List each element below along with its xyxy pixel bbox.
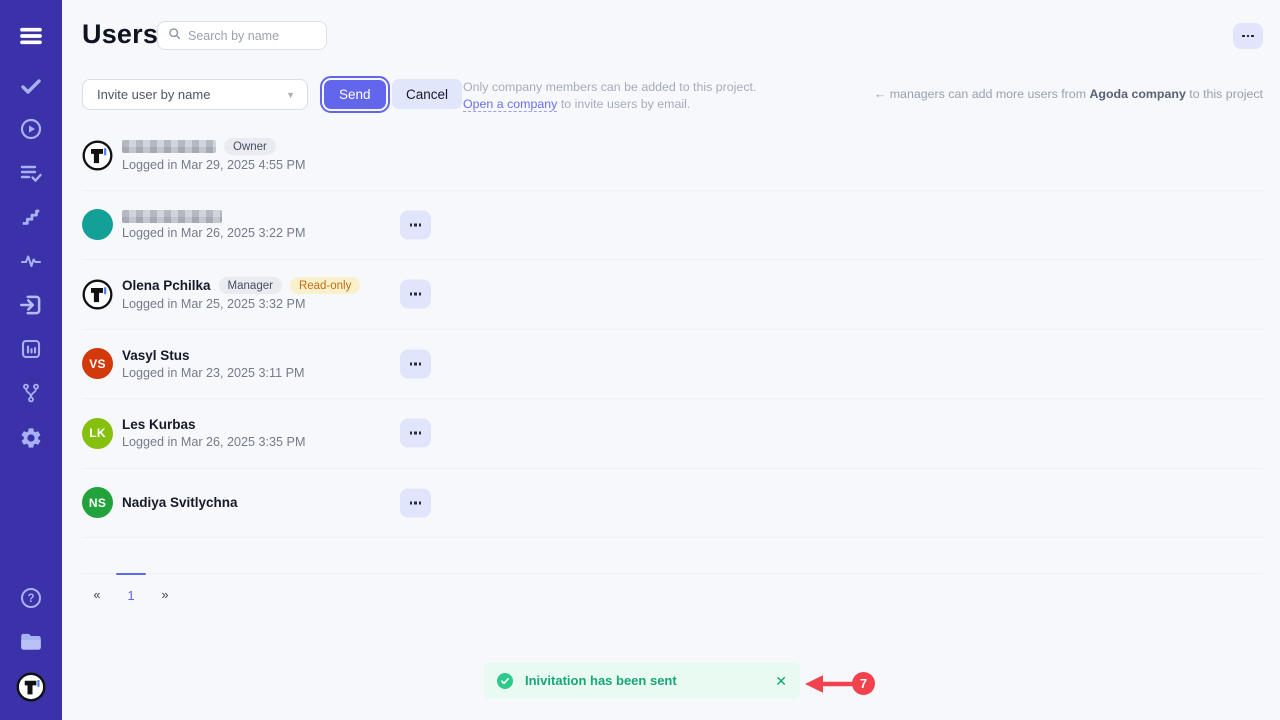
- app-logo: [16, 672, 46, 702]
- sidebar-item-suites[interactable]: [0, 155, 62, 191]
- sidebar-item-tasks[interactable]: [0, 68, 62, 104]
- stairs-steps-icon: [20, 206, 42, 228]
- invite-note-line1: Only company members can be added to thi…: [463, 80, 756, 94]
- row-menu-button[interactable]: [400, 349, 431, 378]
- redacted-name: [122, 210, 222, 223]
- pagination: « 1 »: [82, 573, 1263, 605]
- help-question-icon: ?: [19, 586, 43, 610]
- table-row: LK Les Kurbas Logged in Mar 26, 2025 3:3…: [82, 399, 1263, 469]
- last-login: Logged in Mar 25, 2025 3:32 PM: [122, 297, 360, 311]
- pagination-page-1[interactable]: 1: [116, 585, 146, 605]
- sidebar-item-menu[interactable]: [0, 18, 62, 54]
- open-company-link[interactable]: Open a company: [463, 97, 557, 112]
- table-row: NS Nadiya Svitlychna: [82, 469, 1263, 539]
- folder-icon: [18, 629, 44, 655]
- header-more-button[interactable]: [1233, 23, 1263, 49]
- access-badge: Read-only: [290, 277, 360, 294]
- ellipsis-icon: [410, 362, 422, 365]
- manager-note-prefix: ← managers can add more users from: [874, 87, 1090, 101]
- list-check-icon: [19, 161, 43, 185]
- user-name: Les Kurbas: [122, 417, 196, 432]
- ellipsis-icon: [410, 432, 422, 435]
- row-menu-button[interactable]: [400, 210, 431, 239]
- send-button[interactable]: Send: [324, 80, 386, 109]
- checkmark-icon: [19, 74, 43, 98]
- hamburger-menu-icon: [18, 23, 44, 49]
- last-login: Logged in Mar 29, 2025 4:55 PM: [122, 158, 305, 172]
- manager-note-company: Agoda company: [1089, 87, 1185, 101]
- pagination-next[interactable]: »: [150, 585, 180, 605]
- bar-chart-icon: [19, 337, 43, 361]
- invite-note: Only company members can be added to thi…: [463, 79, 756, 112]
- ellipsis-icon: [410, 223, 422, 226]
- sign-in-icon: [18, 292, 44, 318]
- sidebar: ?: [0, 0, 62, 720]
- search-box[interactable]: [157, 21, 327, 50]
- sidebar-item-runs[interactable]: [0, 111, 62, 147]
- table-row: Olena Pchilka Manager Read-only Logged i…: [82, 260, 1263, 330]
- search-input[interactable]: [188, 29, 316, 43]
- invite-user-select[interactable]: Invite user by name ▼: [82, 79, 308, 110]
- gear-settings-icon: [19, 426, 43, 450]
- user-name: Nadiya Svitlychna: [122, 495, 238, 510]
- sidebar-item-branches[interactable]: [0, 375, 62, 411]
- avatar: NS: [82, 487, 113, 518]
- sidebar-item-settings[interactable]: [0, 420, 62, 456]
- ellipsis-icon: [410, 501, 422, 504]
- chevron-down-icon: ▼: [286, 90, 295, 100]
- avatar: [82, 140, 113, 171]
- sidebar-item-steps[interactable]: [0, 199, 62, 235]
- toast-close-icon[interactable]: ✕: [775, 674, 787, 688]
- table-row: VS Vasyl Stus Logged in Mar 23, 2025 3:1…: [82, 330, 1263, 400]
- row-menu-button[interactable]: [400, 488, 431, 517]
- avatar: [82, 209, 113, 240]
- user-list: Owner Logged in Mar 29, 2025 4:55 PM Log…: [82, 121, 1263, 538]
- sidebar-item-logo[interactable]: [0, 669, 62, 705]
- sidebar-item-activity[interactable]: [0, 243, 62, 279]
- user-name: Olena Pchilka: [122, 278, 211, 293]
- role-badge: Owner: [224, 138, 276, 155]
- invite-note-line2-rest: to invite users by email.: [557, 97, 690, 111]
- svg-text:?: ?: [27, 593, 34, 605]
- pagination-prev[interactable]: «: [82, 585, 112, 605]
- branch-fork-icon: [20, 382, 42, 404]
- row-menu-button[interactable]: [400, 280, 431, 309]
- last-login: Logged in Mar 26, 2025 3:35 PM: [122, 435, 305, 449]
- avatar: VS: [82, 348, 113, 379]
- sidebar-item-projects[interactable]: [0, 624, 62, 660]
- search-icon: [168, 27, 181, 45]
- toast-message: Inivitation has been sent: [525, 673, 677, 688]
- ellipsis-icon: [1242, 35, 1254, 38]
- invite-select-value: Invite user by name: [97, 87, 286, 102]
- table-row-owner: Owner Logged in Mar 29, 2025 4:55 PM: [82, 121, 1263, 191]
- ellipsis-icon: [410, 293, 422, 296]
- redacted-name: [122, 140, 216, 153]
- manager-note-suffix: to this project: [1186, 87, 1263, 101]
- pulse-activity-icon: [19, 249, 43, 273]
- user-name: Vasyl Stus: [122, 348, 190, 363]
- toast-success: Inivitation has been sent ✕: [484, 662, 800, 699]
- annotation-number-badge: 7: [852, 672, 875, 695]
- table-row: Logged in Mar 26, 2025 3:22 PM: [82, 191, 1263, 261]
- role-badge: Manager: [219, 277, 282, 294]
- sidebar-item-import[interactable]: [0, 287, 62, 323]
- manager-note: ← managers can add more users from Agoda…: [874, 87, 1263, 101]
- cancel-button[interactable]: Cancel: [392, 79, 462, 109]
- active-page-indicator: [116, 573, 146, 575]
- sidebar-item-help[interactable]: ?: [0, 580, 62, 616]
- annotation-arrow-icon: [802, 671, 858, 697]
- last-login: Logged in Mar 23, 2025 3:11 PM: [122, 366, 305, 380]
- page-title: Users: [82, 19, 158, 50]
- sidebar-item-reports[interactable]: [0, 331, 62, 367]
- row-menu-button[interactable]: [400, 419, 431, 448]
- success-check-icon: [497, 673, 513, 689]
- last-login: Logged in Mar 26, 2025 3:22 PM: [122, 226, 305, 240]
- play-circle-icon: [19, 117, 43, 141]
- avatar: [82, 279, 113, 310]
- avatar: LK: [82, 418, 113, 449]
